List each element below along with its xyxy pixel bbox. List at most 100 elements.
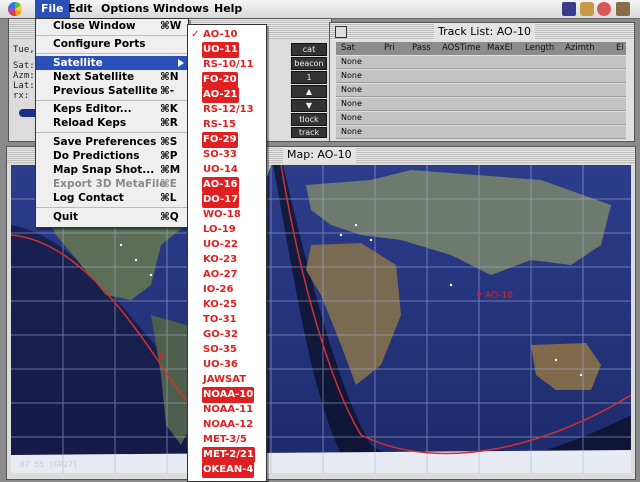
satellite-menu-item[interactable]: OKEAN-4	[188, 462, 266, 478]
menu-help[interactable]: Help	[208, 0, 248, 18]
map-title: Map: AO-10	[283, 147, 356, 163]
finder-icon[interactable]	[616, 2, 630, 16]
satellite-name: UO-11	[202, 42, 239, 58]
menu-item-satellite[interactable]: Satellite	[36, 56, 188, 70]
satellite-menu-item[interactable]: UO-14	[188, 162, 266, 178]
satellite-name: AO-10	[203, 29, 238, 40]
satellite-name: FO-29	[202, 132, 238, 148]
satellite-menu-item[interactable]: RS-10/11	[188, 57, 266, 73]
beacon-button[interactable]: beacon	[291, 57, 327, 70]
menu-item-do-predictions[interactable]: Do Predictions ⌘P	[36, 149, 188, 163]
menu-item-previous-satellite[interactable]: Previous Satellite ⌘-	[36, 84, 188, 98]
track-button[interactable]: track	[291, 127, 327, 138]
menu-separator	[36, 53, 188, 54]
satellite-name: RS-15	[203, 119, 236, 130]
menu-item-log-contact[interactable]: Log Contact ⌘L	[36, 191, 188, 205]
satellite-menu-item[interactable]: RS-12/13	[188, 102, 266, 118]
menu-item-quit[interactable]: Quit ⌘Q	[36, 210, 188, 224]
satellite-menu-item[interactable]: KO-23	[188, 252, 266, 268]
tlock-button[interactable]: tlock	[291, 113, 327, 126]
satellite-menu-item[interactable]: KO-25	[188, 297, 266, 313]
satellite-name: JAWSAT	[203, 374, 247, 385]
column-header[interactable]: MaxEl	[487, 42, 512, 55]
satellite-menu-item[interactable]: JAWSAT	[188, 372, 266, 388]
menu-item-map-snap-shot[interactable]: Map Snap Shot... ⌘M	[36, 163, 188, 177]
column-header[interactable]: Sat	[341, 42, 355, 55]
satellite-menu-item[interactable]: LO-19	[188, 222, 266, 238]
satellite-menu-item[interactable]: AO-21	[188, 87, 266, 103]
table-row[interactable]: None	[336, 56, 626, 69]
control-strip-icon[interactable]	[562, 2, 576, 16]
menu-windows[interactable]: Windows	[147, 0, 215, 18]
close-box-icon[interactable]	[335, 26, 347, 38]
satellite-menu-item[interactable]: NOAA-10	[188, 387, 266, 403]
satellite-menu-item[interactable]: SO-33	[188, 147, 266, 163]
menu-item-reload-keps[interactable]: Reload Keps ⌘R	[36, 116, 188, 130]
satellite-menu-item[interactable]: IO-26	[188, 282, 266, 298]
satellite-menu-item[interactable]: SO-35	[188, 342, 266, 358]
satellite-menu-item[interactable]: GO-32	[188, 327, 266, 343]
satellite-name: MET-3/5	[203, 434, 247, 445]
table-row[interactable]: None	[336, 70, 626, 83]
satellite-name: MET-2/21	[202, 447, 255, 463]
column-header[interactable]: Pri	[384, 42, 395, 55]
status-icon[interactable]	[597, 2, 611, 16]
apple-menu-icon[interactable]	[8, 2, 22, 16]
table-cell: None	[341, 127, 362, 136]
satellite-submenu: ✓ AO-10 UO-11 RS-10/11 FO-20 AO-21 RS-12/13 RS-…	[187, 24, 267, 482]
satellite-menu-item[interactable]: MET-3/5	[188, 432, 266, 448]
menu-item-next-satellite[interactable]: Next Satellite ⌘N	[36, 70, 188, 84]
column-header[interactable]: Length	[525, 42, 554, 55]
menu-item-save-preferences[interactable]: Save Preferences ⌘S	[36, 135, 188, 149]
column-header[interactable]: AOSTime	[442, 42, 481, 55]
satellite-menu-item[interactable]: FO-29	[188, 132, 266, 148]
satellite-menu-item[interactable]: MET-2/21	[188, 447, 266, 463]
column-header[interactable]: El	[616, 42, 624, 55]
beacon-number-button[interactable]: 1	[291, 71, 327, 84]
satellite-menu-item[interactable]: AO-27	[188, 267, 266, 283]
satellite-name: NOAA-10	[202, 387, 255, 403]
satellite-menu-item[interactable]: NOAA-11	[188, 402, 266, 418]
table-row[interactable]: None	[336, 98, 626, 111]
column-header[interactable]: Pass	[412, 42, 431, 55]
submenu-arrow-icon	[178, 59, 184, 67]
satellite-name: AO-27	[203, 269, 238, 280]
cat-button[interactable]: cat	[291, 43, 327, 56]
satellite-menu-item[interactable]: NOAA-12	[188, 417, 266, 433]
satellite-name: LO-19	[203, 224, 236, 235]
menu-edit[interactable]: Edit	[62, 0, 98, 18]
satellite-menu-item[interactable]: UO-11	[188, 42, 266, 58]
satellite-menu-item[interactable]: DO-17	[188, 192, 266, 208]
map-status-text: 87 55 [GR27]	[20, 460, 78, 469]
satellite-name: GO-32	[203, 329, 238, 340]
satellite-name: FO-20	[202, 72, 238, 88]
satellite-name: UO-36	[203, 359, 238, 370]
satellite-menu-item[interactable]: AO-16	[188, 177, 266, 193]
menu-item-keps-editor[interactable]: Keps Editor... ⌘K	[36, 102, 188, 116]
table-row[interactable]: None	[336, 126, 626, 139]
up-arrow-button[interactable]: ▲	[291, 85, 327, 98]
table-row[interactable]: None	[336, 84, 626, 97]
menu-item-export-3d-metafile: Export 3D MetaFile ⌘E	[53, 178, 177, 190]
table-row[interactable]: None	[336, 112, 626, 125]
satellite-menu-item[interactable]: WO-18	[188, 207, 266, 223]
satellite-menu-item[interactable]: FO-20	[188, 72, 266, 88]
satellite-name: TO-31	[203, 314, 237, 325]
satellite-position-marker[interactable]	[477, 292, 481, 296]
satellite-name: RS-10/11	[203, 59, 254, 70]
satellite-menu-item[interactable]: ✓ AO-10	[188, 27, 266, 43]
menu-item-configure-ports[interactable]: Configure Ports	[36, 37, 188, 51]
menu-item-close-window[interactable]: Close Window ⌘W	[36, 19, 188, 33]
down-arrow-button[interactable]: ▼	[291, 99, 327, 112]
satellite-menu-item[interactable]: UO-22	[188, 237, 266, 253]
menu-separator	[36, 100, 188, 101]
satellite-menu-item[interactable]: UO-36	[188, 357, 266, 373]
satellite-menu-item[interactable]: TO-31	[188, 312, 266, 328]
app-switcher-icon[interactable]	[580, 2, 594, 16]
rx-label: rx:	[13, 91, 30, 101]
satellite-name: WO-18	[203, 209, 241, 220]
satellite-menu-item[interactable]: RS-15	[188, 117, 266, 133]
satellite-name: NOAA-11	[203, 404, 254, 415]
satellite-name: KO-23	[203, 254, 238, 265]
column-header[interactable]: Azimth	[565, 42, 595, 55]
